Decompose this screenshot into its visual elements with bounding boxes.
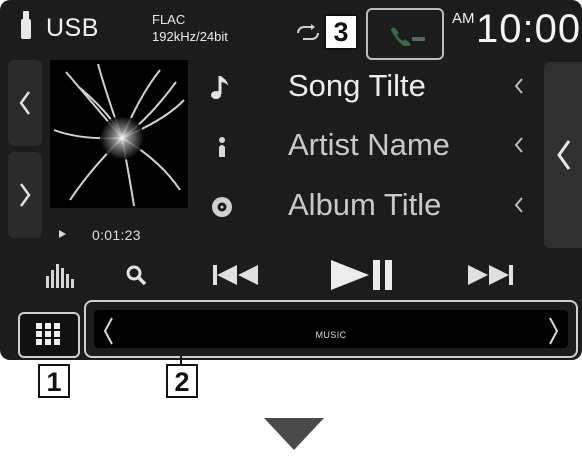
next-track-icon [468,265,513,285]
artist-name: Artist Name [288,127,450,162]
search-icon [126,265,147,286]
ampm-indicator: AM [452,10,475,27]
play-state-icon [59,230,66,238]
album-title-row[interactable]: Album Title [206,183,536,231]
menu-button[interactable] [18,312,80,358]
next-track-button[interactable] [458,252,522,298]
previous-panel-tab[interactable] [8,60,42,146]
format-rate: 192kHz/24bit [152,29,228,44]
play-pause-button[interactable] [322,252,402,298]
artist-icon [219,137,225,157]
song-title-row[interactable]: Song Tilte [206,64,536,112]
grid-menu-icon [36,323,60,345]
next-panel-tab[interactable] [8,152,42,238]
chevron-left-icon [19,91,31,115]
media-player-screen: USB FLAC 192kHz/24bit AM 10:00 0:01:23 S… [0,0,582,360]
previous-track-icon [213,265,258,285]
artist-name-row[interactable]: Artist Name [206,123,536,171]
chevron-left-icon[interactable] [514,136,524,154]
chevron-left-icon [557,140,571,170]
down-arrow-icon [264,418,324,450]
content-strip[interactable]: MUSIC [94,310,568,348]
source-label[interactable]: USB [46,14,99,43]
status-bar: USB FLAC 192kHz/24bit AM 10:00 [0,0,582,60]
callout-2: 2 [166,364,198,398]
album-disc-icon [212,197,232,217]
search-button[interactable] [116,252,156,298]
content-bar: MUSIC [84,300,578,358]
format-codec: FLAC [152,12,186,27]
callout-1: 1 [38,364,70,398]
artwork-image [50,60,188,208]
song-title: Song Tilte [288,68,426,103]
chevron-right-icon[interactable] [548,316,560,346]
equalizer-icon [46,264,74,288]
equalizer-button[interactable] [38,252,82,298]
left-panel [8,60,42,238]
status-icon-area[interactable] [366,8,444,60]
playback-controls [0,252,544,300]
repeat-icon [297,24,319,40]
chevron-right-icon [19,183,31,207]
chevron-left-icon[interactable] [514,77,524,95]
album-artwork[interactable] [50,60,188,208]
album-title: Album Title [288,187,442,222]
chevron-left-icon[interactable] [514,196,524,214]
play-pause-icon [331,260,392,290]
music-note-icon [211,76,228,99]
audio-format: FLAC 192kHz/24bit [152,11,228,45]
right-panel-tab[interactable] [544,62,582,248]
callout-3: 3 [324,14,358,50]
phone-status-icon [391,27,425,46]
previous-track-button[interactable] [204,252,268,298]
content-label: MUSIC [315,330,347,340]
elapsed-time: 0:01:23 [92,227,141,243]
clock: 10:00 [476,7,582,51]
usb-icon [20,10,32,40]
